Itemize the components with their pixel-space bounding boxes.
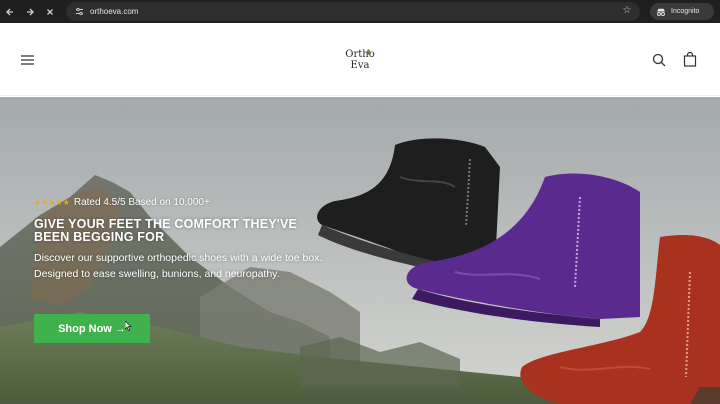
logo-text-line1: Ortho: [345, 49, 375, 60]
cart-button[interactable]: [683, 51, 697, 67]
search-button[interactable]: [652, 53, 666, 67]
hero-content: ★★★★★ Rated 4.5/5 Based on 10,000+ GIVE …: [34, 196, 334, 343]
url-text: orthoeva.com: [90, 7, 139, 16]
mouse-cursor-icon: [125, 321, 132, 331]
shopping-bag-icon: [683, 51, 697, 67]
incognito-icon: [657, 8, 665, 16]
logo-text-line2: Eva: [350, 60, 370, 71]
forward-arrow-icon: [27, 8, 34, 15]
search-icon: [652, 53, 666, 67]
hero-banner: ★★★★★ Rated 4.5/5 Based on 10,000+ GIVE …: [0, 97, 720, 404]
browser-toolbar: orthoeva.com ☆ Incognito: [0, 0, 720, 23]
rating-text: Rated 4.5/5 Based on 10,000+: [73, 196, 210, 208]
menu-button[interactable]: [20, 53, 36, 67]
stop-loading-button[interactable]: [40, 0, 60, 23]
back-button[interactable]: [0, 0, 20, 23]
stop-loading-icon: [47, 8, 53, 15]
rating-stars-icon: ★★★★★: [34, 197, 70, 207]
shop-now-button[interactable]: Shop Now →: [34, 314, 150, 343]
hero-headline: GIVE YOUR FEET THE COMFORT THEY'VE BEEN …: [34, 217, 298, 244]
leaf-icon: [367, 49, 370, 55]
address-bar[interactable]: orthoeva.com ☆: [66, 2, 640, 21]
rating-row: ★★★★★ Rated 4.5/5 Based on 10,000+: [34, 196, 334, 208]
hero-subtext: Discover our supportive orthopedic shoes…: [34, 252, 323, 280]
site-header: Ortho Eva: [0, 23, 720, 96]
hamburger-menu-icon: [21, 55, 34, 65]
incognito-badge[interactable]: Incognito: [650, 3, 714, 20]
bookmark-star-icon[interactable]: ☆: [621, 5, 633, 17]
forward-button[interactable]: [20, 0, 40, 23]
back-arrow-icon: [6, 8, 13, 15]
site-info-icon[interactable]: [74, 7, 84, 17]
incognito-label: Incognito: [671, 8, 700, 15]
site-logo[interactable]: Ortho Eva: [336, 49, 384, 73]
